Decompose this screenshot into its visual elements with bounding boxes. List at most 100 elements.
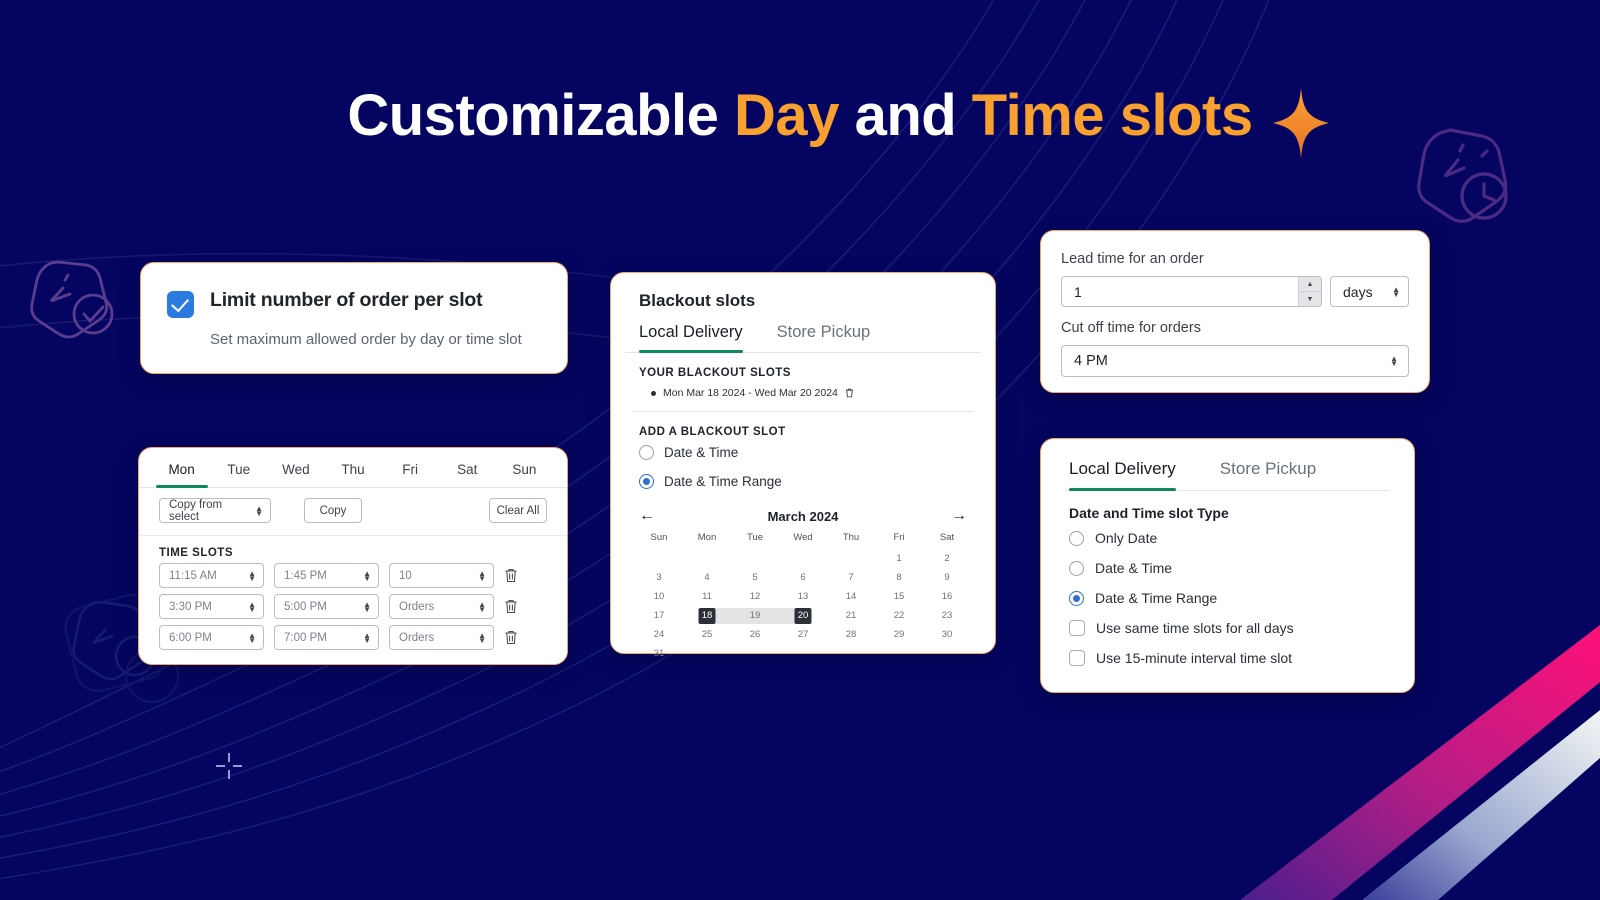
slot-orders-1[interactable]: 10 ▲ ▼ xyxy=(389,563,494,588)
copy-button[interactable]: Copy xyxy=(304,498,362,523)
calendar-day-25[interactable]: 25 xyxy=(683,627,731,643)
option-same-time-slots[interactable]: Use same time slots for all days xyxy=(1041,613,1414,643)
tab-wed[interactable]: Wed xyxy=(267,448,324,487)
calendar-day-4[interactable]: 4 xyxy=(683,570,731,586)
calendar-day-3[interactable]: 3 xyxy=(635,570,683,586)
tab-sat[interactable]: Sat xyxy=(439,448,496,487)
radio-date-time[interactable] xyxy=(1069,560,1084,576)
copy-from-select[interactable]: Copy from select ▲ ▼ xyxy=(159,498,271,523)
calendar-day-2[interactable]: 2 xyxy=(923,551,971,567)
cutoff-time-select[interactable]: 4 PM ▲ ▼ xyxy=(1061,345,1409,377)
slot-orders-3[interactable]: Orders ▲ ▼ xyxy=(389,625,494,650)
stepper-up-icon[interactable]: ▲ xyxy=(1298,277,1321,291)
radio-date-time-range[interactable] xyxy=(639,474,654,489)
slot-start-time-3[interactable]: 6:00 PM ▲ ▼ xyxy=(159,625,264,650)
calendar-day-16[interactable]: 16 xyxy=(923,589,971,605)
radio-date-time[interactable] xyxy=(639,445,654,460)
calendar-weekday: Sat xyxy=(939,532,955,543)
calendar-day-12[interactable]: 12 xyxy=(731,589,779,605)
calendar-day-23[interactable]: 23 xyxy=(923,608,971,624)
tab-store-pickup[interactable]: Store Pickup xyxy=(1220,459,1316,490)
tab-fri[interactable]: Fri xyxy=(382,448,439,487)
slot-orders-2[interactable]: Orders ▲ ▼ xyxy=(389,594,494,619)
blackout-option-date-time-range[interactable]: Date & Time Range xyxy=(611,467,995,496)
calendar-day-13[interactable]: 13 xyxy=(779,589,827,605)
calendar-day-20[interactable]: 20 xyxy=(779,608,827,624)
tab-local-delivery[interactable]: Local Delivery xyxy=(1069,459,1176,491)
radio-date-time-range[interactable] xyxy=(1069,590,1084,606)
calendar-day-8[interactable]: 8 xyxy=(875,570,923,586)
clear-all-button[interactable]: Clear All xyxy=(489,498,547,523)
tab-sun[interactable]: Sun xyxy=(496,448,553,487)
calendar-day-1[interactable]: 1 xyxy=(875,551,923,567)
calendar-day-21[interactable]: 21 xyxy=(827,608,875,624)
radio-date-time-range-label: Date & Time Range xyxy=(1095,590,1218,606)
calendar-day-6[interactable]: 6 xyxy=(779,570,827,586)
calendar-day-11[interactable]: 11 xyxy=(683,589,731,605)
calendar-day-9[interactable]: 9 xyxy=(923,570,971,586)
stepper-down-icon[interactable]: ▼ xyxy=(1298,291,1321,306)
checkbox-same-time-slots[interactable] xyxy=(1069,620,1085,636)
calendar-day-7[interactable]: 7 xyxy=(827,570,875,586)
delete-slot-icon-1[interactable] xyxy=(504,568,518,583)
calendar-day-31[interactable]: 31 xyxy=(635,646,683,662)
calendar-day-30[interactable]: 30 xyxy=(923,627,971,643)
checkbox-15-minute-interval[interactable] xyxy=(1069,650,1085,666)
chevron-updown-icon: ▲ ▼ xyxy=(363,599,371,614)
calendar-month-label: March 2024 xyxy=(767,508,839,524)
blackout-tabs: Local Delivery Store Pickup xyxy=(611,311,995,353)
tab-store-pickup[interactable]: Store Pickup xyxy=(777,323,871,352)
calendar-weekday: Fri xyxy=(893,532,905,543)
slot-type-tabs: Local Delivery Store Pickup xyxy=(1041,439,1414,491)
calendar-day-14[interactable]: 14 xyxy=(827,589,875,605)
calendar-day-15[interactable]: 15 xyxy=(875,589,923,605)
delete-slot-icon-2[interactable] xyxy=(504,599,518,614)
calendar-day-10[interactable]: 10 xyxy=(635,589,683,605)
title-segment-1: Customizable xyxy=(347,83,735,148)
chevron-updown-icon: ▲ ▼ xyxy=(255,503,263,518)
blackout-option-date-time[interactable]: Date & Time xyxy=(611,438,995,467)
option-date-time[interactable]: Date & Time xyxy=(1041,553,1414,583)
calendar-day-24[interactable]: 24 xyxy=(635,627,683,643)
tab-thu[interactable]: Thu xyxy=(324,448,381,487)
blackout-slots-card: Blackout slots Local Delivery Store Pick… xyxy=(610,272,996,659)
slot-start-time-1[interactable]: 11:15 AM ▲ ▼ xyxy=(159,563,264,588)
option-15-minute-interval[interactable]: Use 15-minute interval time slot xyxy=(1041,643,1414,673)
calendar-day-18[interactable]: 18 xyxy=(683,608,731,624)
option-date-time-range[interactable]: Date & Time Range xyxy=(1041,583,1414,613)
delete-blackout-slot-icon[interactable] xyxy=(845,388,854,398)
calendar-day-22[interactable]: 22 xyxy=(875,608,923,624)
calendar-blank xyxy=(731,551,779,567)
tab-mon[interactable]: Mon xyxy=(153,448,210,487)
weekday-tabs: Mon Tue Wed Thu Fri Sat Sun xyxy=(139,448,567,488)
option-only-date[interactable]: Only Date xyxy=(1041,523,1414,553)
calendar-blank xyxy=(683,551,731,567)
calendar-day-17[interactable]: 17 xyxy=(635,608,683,624)
slot-start-value-3: 6:00 PM xyxy=(169,631,212,644)
calendar-day-28[interactable]: 28 xyxy=(827,627,875,643)
slot-end-time-1[interactable]: 1:45 PM ▲ ▼ xyxy=(274,563,379,588)
lead-time-unit-select[interactable]: days ▲ ▼ xyxy=(1330,276,1409,307)
slot-end-value-1: 1:45 PM xyxy=(284,569,327,582)
slot-end-time-3[interactable]: 7:00 PM ▲ ▼ xyxy=(274,625,379,650)
limit-orders-checkbox[interactable] xyxy=(167,291,194,318)
calendar-day-19[interactable]: 19 xyxy=(731,608,779,624)
slot-end-time-2[interactable]: 5:00 PM ▲ ▼ xyxy=(274,594,379,619)
time-slot-row: 11:15 AM ▲ ▼ 1:45 PM ▲ ▼ 10 ▲ ▼ xyxy=(139,563,567,594)
calendar-prev-icon[interactable]: ← xyxy=(639,508,655,524)
slot-start-time-2[interactable]: 3:30 PM ▲ ▼ xyxy=(159,594,264,619)
tab-local-delivery[interactable]: Local Delivery xyxy=(639,323,743,353)
delete-slot-icon-3[interactable] xyxy=(504,630,518,645)
lead-time-input[interactable]: 1 ▲ ▼ xyxy=(1061,276,1322,307)
chevron-updown-icon: ▲ ▼ xyxy=(248,599,256,614)
calendar-day-29[interactable]: 29 xyxy=(875,627,923,643)
checkbox-same-time-slots-label: Use same time slots for all days xyxy=(1096,620,1294,636)
slot-type-card: Local Delivery Store Pickup Date and Tim… xyxy=(1040,438,1415,693)
calendar-day-26[interactable]: 26 xyxy=(731,627,779,643)
calendar-day-5[interactable]: 5 xyxy=(731,570,779,586)
tab-tue[interactable]: Tue xyxy=(210,448,267,487)
lead-time-stepper[interactable]: ▲ ▼ xyxy=(1298,277,1321,306)
calendar-next-icon[interactable]: → xyxy=(951,508,967,524)
radio-only-date[interactable] xyxy=(1069,530,1084,546)
calendar-day-27[interactable]: 27 xyxy=(779,627,827,643)
